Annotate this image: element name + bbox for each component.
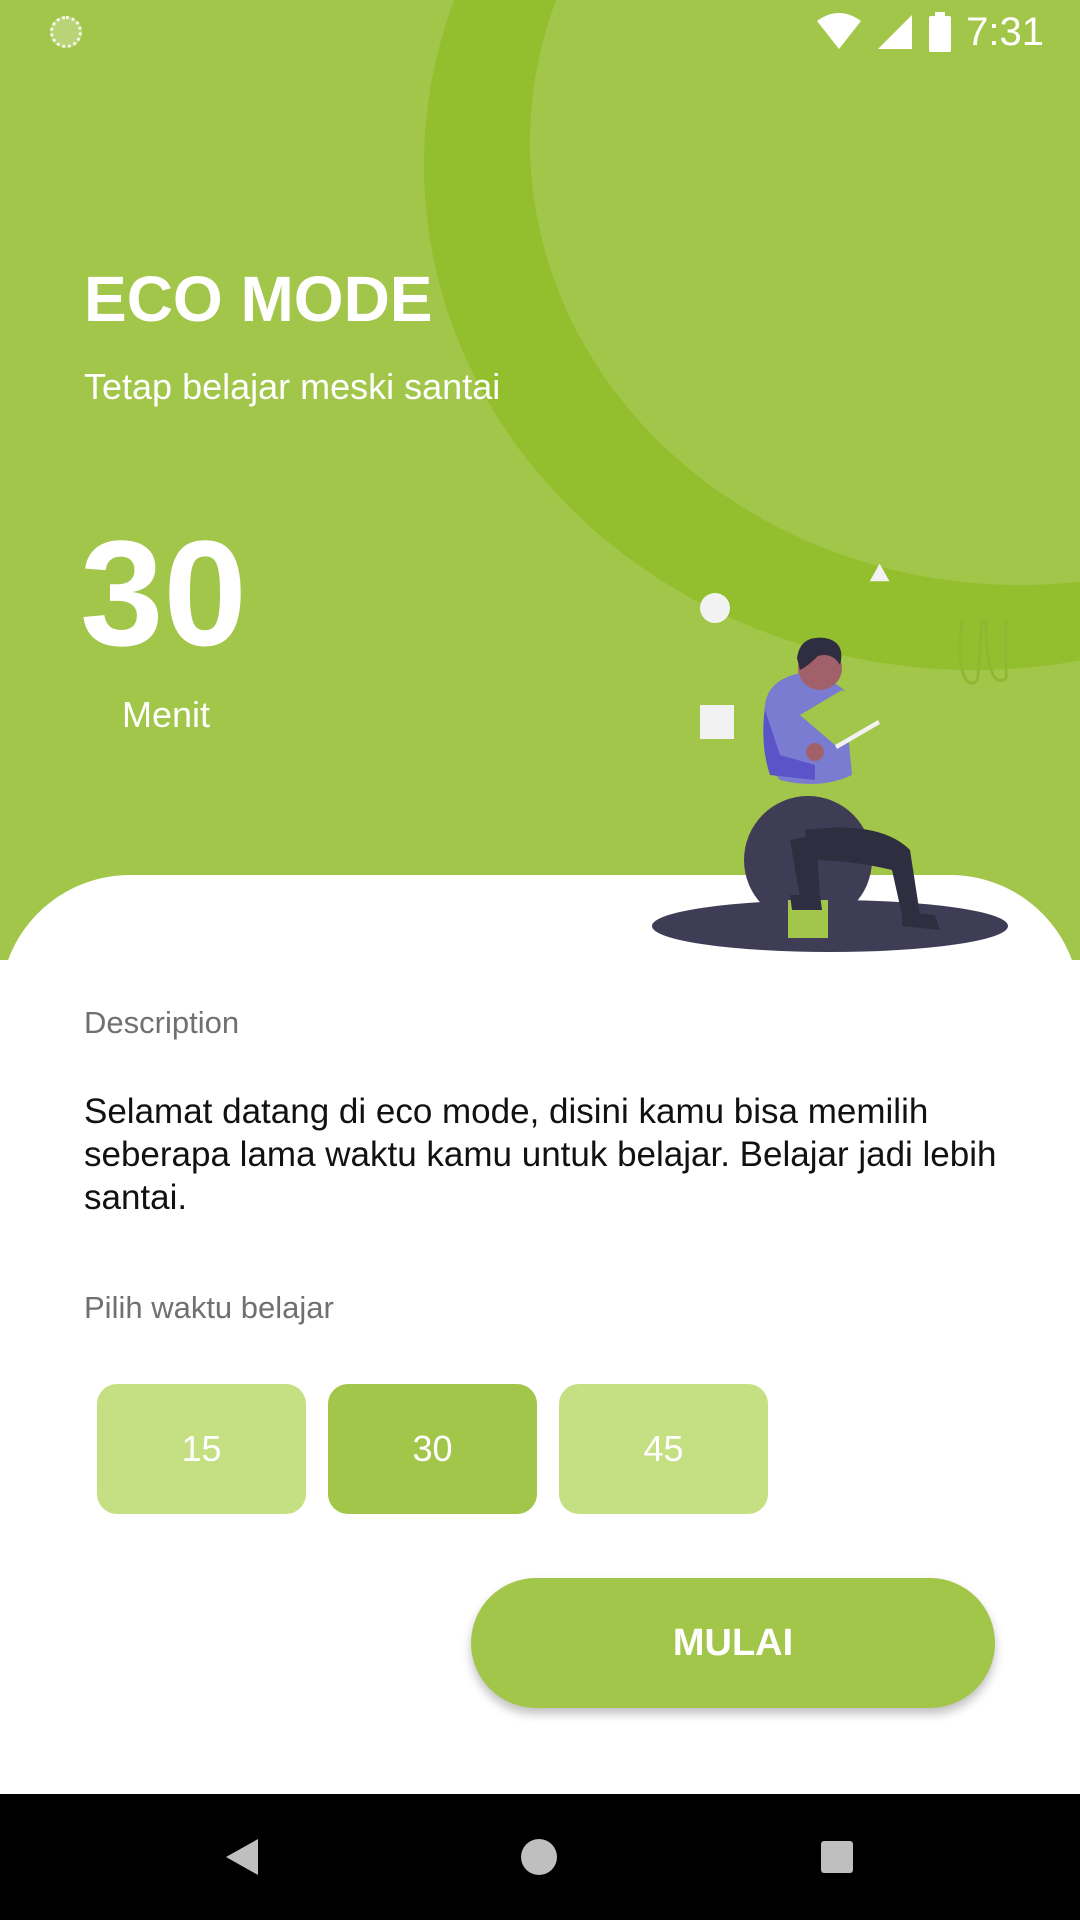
start-button[interactable]: MULAI	[471, 1578, 995, 1708]
status-bar: 7:31	[0, 0, 1080, 64]
time-option-30[interactable]: 30	[328, 1384, 537, 1514]
eco-mode-screen: ECO MODE Tetap belajar meski santai 30 M…	[0, 0, 1080, 1920]
wifi-icon	[817, 13, 862, 49]
recents-icon	[821, 1841, 853, 1873]
battery-icon	[929, 12, 952, 52]
selected-minutes-display: 30	[80, 509, 247, 677]
person-reading-on-ball-illustration	[652, 563, 1008, 952]
home-icon	[521, 1839, 557, 1875]
minutes-unit-label: Menit	[122, 694, 211, 735]
recents-button[interactable]	[804, 1824, 870, 1890]
description-text: Selamat datang di eco mode, disini kamu …	[84, 1092, 997, 1217]
choose-time-label: Pilih waktu belajar	[84, 1290, 334, 1325]
page-title: ECO MODE	[84, 263, 433, 335]
time-option-45[interactable]: 45	[559, 1384, 768, 1514]
description-label: Description	[84, 1005, 240, 1040]
time-option-15[interactable]: 15	[97, 1384, 306, 1514]
page-subtitle: Tetap belajar meski santai	[84, 366, 501, 407]
back-icon	[226, 1839, 258, 1875]
back-button[interactable]	[209, 1824, 275, 1890]
system-nav-bar	[0, 1794, 1080, 1920]
signal-icon	[878, 15, 913, 49]
status-time: 7:31	[966, 9, 1044, 54]
app-notification-icon	[50, 16, 82, 48]
home-button[interactable]	[506, 1824, 572, 1890]
